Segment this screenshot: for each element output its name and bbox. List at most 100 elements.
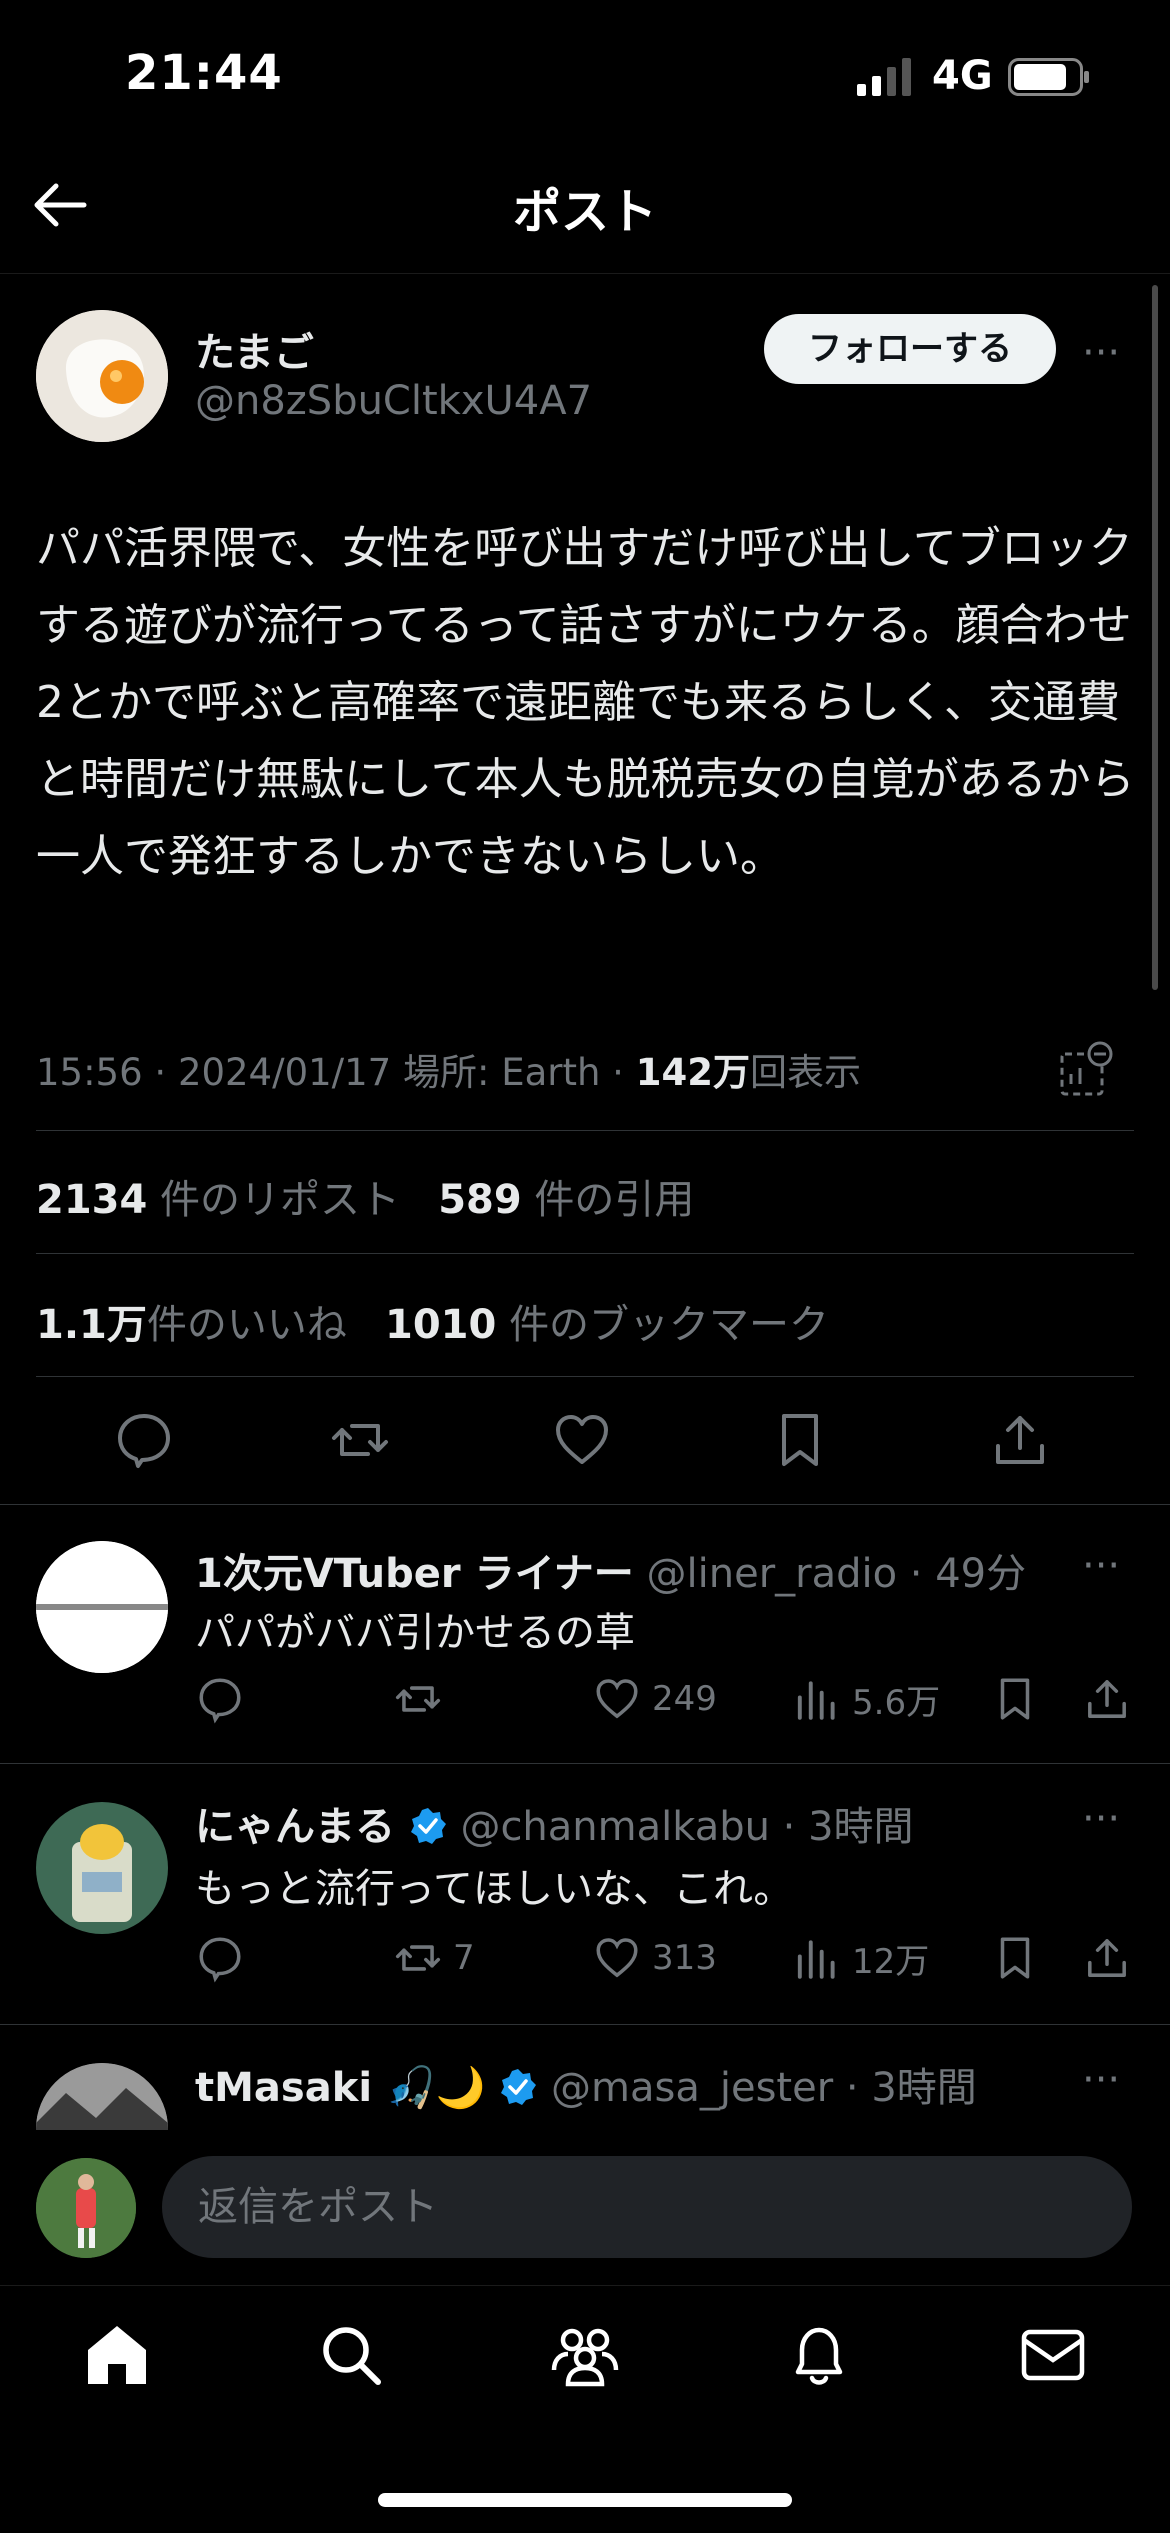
- analytics-icon[interactable]: [1058, 1040, 1114, 1098]
- fried-egg-image: [36, 310, 168, 442]
- reply-avatar[interactable]: [36, 2063, 168, 2130]
- divider: [36, 1376, 1134, 1377]
- communities-icon[interactable]: [550, 2320, 620, 2390]
- author-name[interactable]: たまご: [195, 320, 314, 378]
- network-type: 4G: [932, 53, 993, 99]
- reposts-count: 2134: [36, 1177, 148, 1223]
- scrollbar[interactable]: [1152, 285, 1158, 990]
- bookmark-button[interactable]: [990, 1932, 1040, 1984]
- author-handle[interactable]: @n8zSbuCltkxU4A7: [195, 378, 592, 424]
- reply-header: にゃんまる @chanmalkabu · 3時間: [195, 1804, 914, 1850]
- post-date: 2024/01/17: [177, 1051, 392, 1094]
- bookmarks-count: 1010: [385, 1302, 497, 1348]
- repost-icon: [395, 1945, 441, 1971]
- more-options-icon[interactable]: ···: [1082, 1796, 1120, 1842]
- views-button[interactable]: 5.6万: [792, 1673, 940, 1725]
- divider: [36, 1253, 1134, 1254]
- reply-reposts: 7: [453, 1938, 475, 1978]
- views-label: 回表示: [749, 1051, 861, 1094]
- reply-views: 5.6万: [852, 1682, 941, 1723]
- avatar-line-image: [36, 1541, 168, 1673]
- bookmark-icon: [1000, 1678, 1030, 1720]
- more-options-icon[interactable]: ···: [1082, 330, 1120, 376]
- views-icon: [797, 1681, 835, 1720]
- reply-author-handle[interactable]: @masa_jester: [551, 2065, 833, 2111]
- divider: [36, 1130, 1134, 1131]
- notifications-icon[interactable]: [784, 2320, 854, 2390]
- like-button[interactable]: 313: [592, 1932, 717, 1984]
- post-location: 場所: Earth: [402, 1051, 601, 1094]
- author-avatar[interactable]: [36, 310, 168, 442]
- reply-time: 3時間: [808, 1804, 914, 1850]
- reply-icon[interactable]: [112, 1408, 176, 1472]
- verified-icon: [501, 2069, 537, 2105]
- reply-header: 1次元VTuber ライナー @liner_radio · 49分: [195, 1551, 1027, 1597]
- search-icon[interactable]: [316, 2320, 386, 2390]
- avatar-photo-image: [36, 1802, 168, 1934]
- reply-item[interactable]: tMasaki 🎣🌙 @masa_jester · 3時間 ···: [0, 2025, 1170, 2130]
- repost-icon: [395, 1686, 441, 1712]
- reply-input[interactable]: [162, 2156, 1132, 2258]
- repost-quote-stats[interactable]: 2134 件のリポスト 589 件の引用: [36, 1167, 694, 1225]
- views-button[interactable]: 12万: [792, 1932, 929, 1984]
- my-avatar[interactable]: [36, 2158, 136, 2258]
- status-time: 21:44: [125, 45, 283, 101]
- bookmark-icon: [1000, 1937, 1030, 1979]
- like-button[interactable]: 249: [592, 1673, 717, 1725]
- reply-author-name[interactable]: にゃんまる: [195, 1804, 395, 1850]
- verified-icon: [410, 1808, 446, 1844]
- reply-icon: [199, 1678, 241, 1724]
- bookmark-button[interactable]: [990, 1673, 1040, 1725]
- reply-likes: 249: [652, 1679, 717, 1719]
- reply-button[interactable]: [195, 1673, 245, 1725]
- views-count: 142万: [635, 1051, 750, 1094]
- quotes-label: 件の引用: [534, 1177, 695, 1223]
- share-button[interactable]: [1082, 1673, 1132, 1725]
- battery-icon: [1008, 58, 1089, 96]
- signal-icon: [857, 58, 911, 96]
- reply-author-handle[interactable]: @liner_radio: [647, 1551, 898, 1597]
- reply-avatar[interactable]: [36, 1541, 168, 1673]
- reply-item[interactable]: 1次元VTuber ライナー @liner_radio · 49分 ··· パパ…: [0, 1505, 1170, 1763]
- like-icon[interactable]: [550, 1408, 614, 1472]
- reply-item[interactable]: にゃんまる @chanmalkabu · 3時間 ··· もっと流行ってほしいな…: [0, 1764, 1170, 2024]
- post-time: 15:56: [36, 1051, 143, 1094]
- repost-button[interactable]: 7: [393, 1932, 475, 1984]
- share-button[interactable]: [1082, 1932, 1132, 1984]
- more-options-icon[interactable]: ···: [1082, 2057, 1120, 2103]
- quotes-count: 589: [438, 1177, 522, 1223]
- reply-avatar[interactable]: [36, 1802, 168, 1934]
- page-title: ポスト: [512, 184, 657, 240]
- post-meta: 15:56 · 2024/01/17 場所: Earth · 142万回表示: [36, 1051, 861, 1094]
- follow-button[interactable]: フォローする: [764, 314, 1056, 384]
- reply-views: 12万: [852, 1941, 930, 1982]
- bookmark-icon[interactable]: [768, 1408, 832, 1472]
- reply-likes: 313: [652, 1938, 717, 1978]
- repost-button[interactable]: [393, 1673, 453, 1725]
- reply-time: 49分: [935, 1551, 1027, 1597]
- reposts-label: 件のリポスト: [160, 1177, 401, 1223]
- header-divider: [0, 273, 1170, 274]
- reply-author-name[interactable]: 1次元VTuber ライナー: [195, 1551, 634, 1597]
- repost-icon[interactable]: [328, 1408, 392, 1472]
- like-icon: [596, 1938, 638, 1978]
- home-icon[interactable]: [82, 2320, 152, 2390]
- reply-author-handle[interactable]: @chanmalkabu: [460, 1804, 770, 1850]
- messages-icon[interactable]: [1018, 2320, 1088, 2390]
- reply-text: パパがババ引かせるの草: [195, 1610, 635, 1656]
- reply-text: もっと流行ってほしいな、これ。: [195, 1866, 794, 1912]
- share-icon: [1088, 1680, 1126, 1718]
- reply-author-name[interactable]: tMasaki 🎣🌙: [195, 2065, 486, 2111]
- more-options-icon[interactable]: ···: [1082, 1543, 1120, 1589]
- home-indicator[interactable]: [378, 2493, 792, 2507]
- share-icon: [1088, 1939, 1126, 1977]
- share-icon[interactable]: [988, 1408, 1052, 1472]
- post-text: パパ活界隈で、女性を呼び出すだけ呼び出してブロックする遊びが流行ってるって話さす…: [36, 523, 1135, 882]
- likes-label: 件のいいね: [146, 1302, 347, 1348]
- like-bookmark-stats[interactable]: 1.1万件のいいね 1010 件のブックマーク: [36, 1292, 829, 1350]
- avatar-photo-image: [36, 2063, 168, 2130]
- avatar-photo-image: [36, 2158, 136, 2258]
- bookmarks-label: 件のブックマーク: [509, 1302, 830, 1348]
- reply-time: 3時間: [871, 2065, 977, 2111]
- reply-button[interactable]: [195, 1932, 245, 1984]
